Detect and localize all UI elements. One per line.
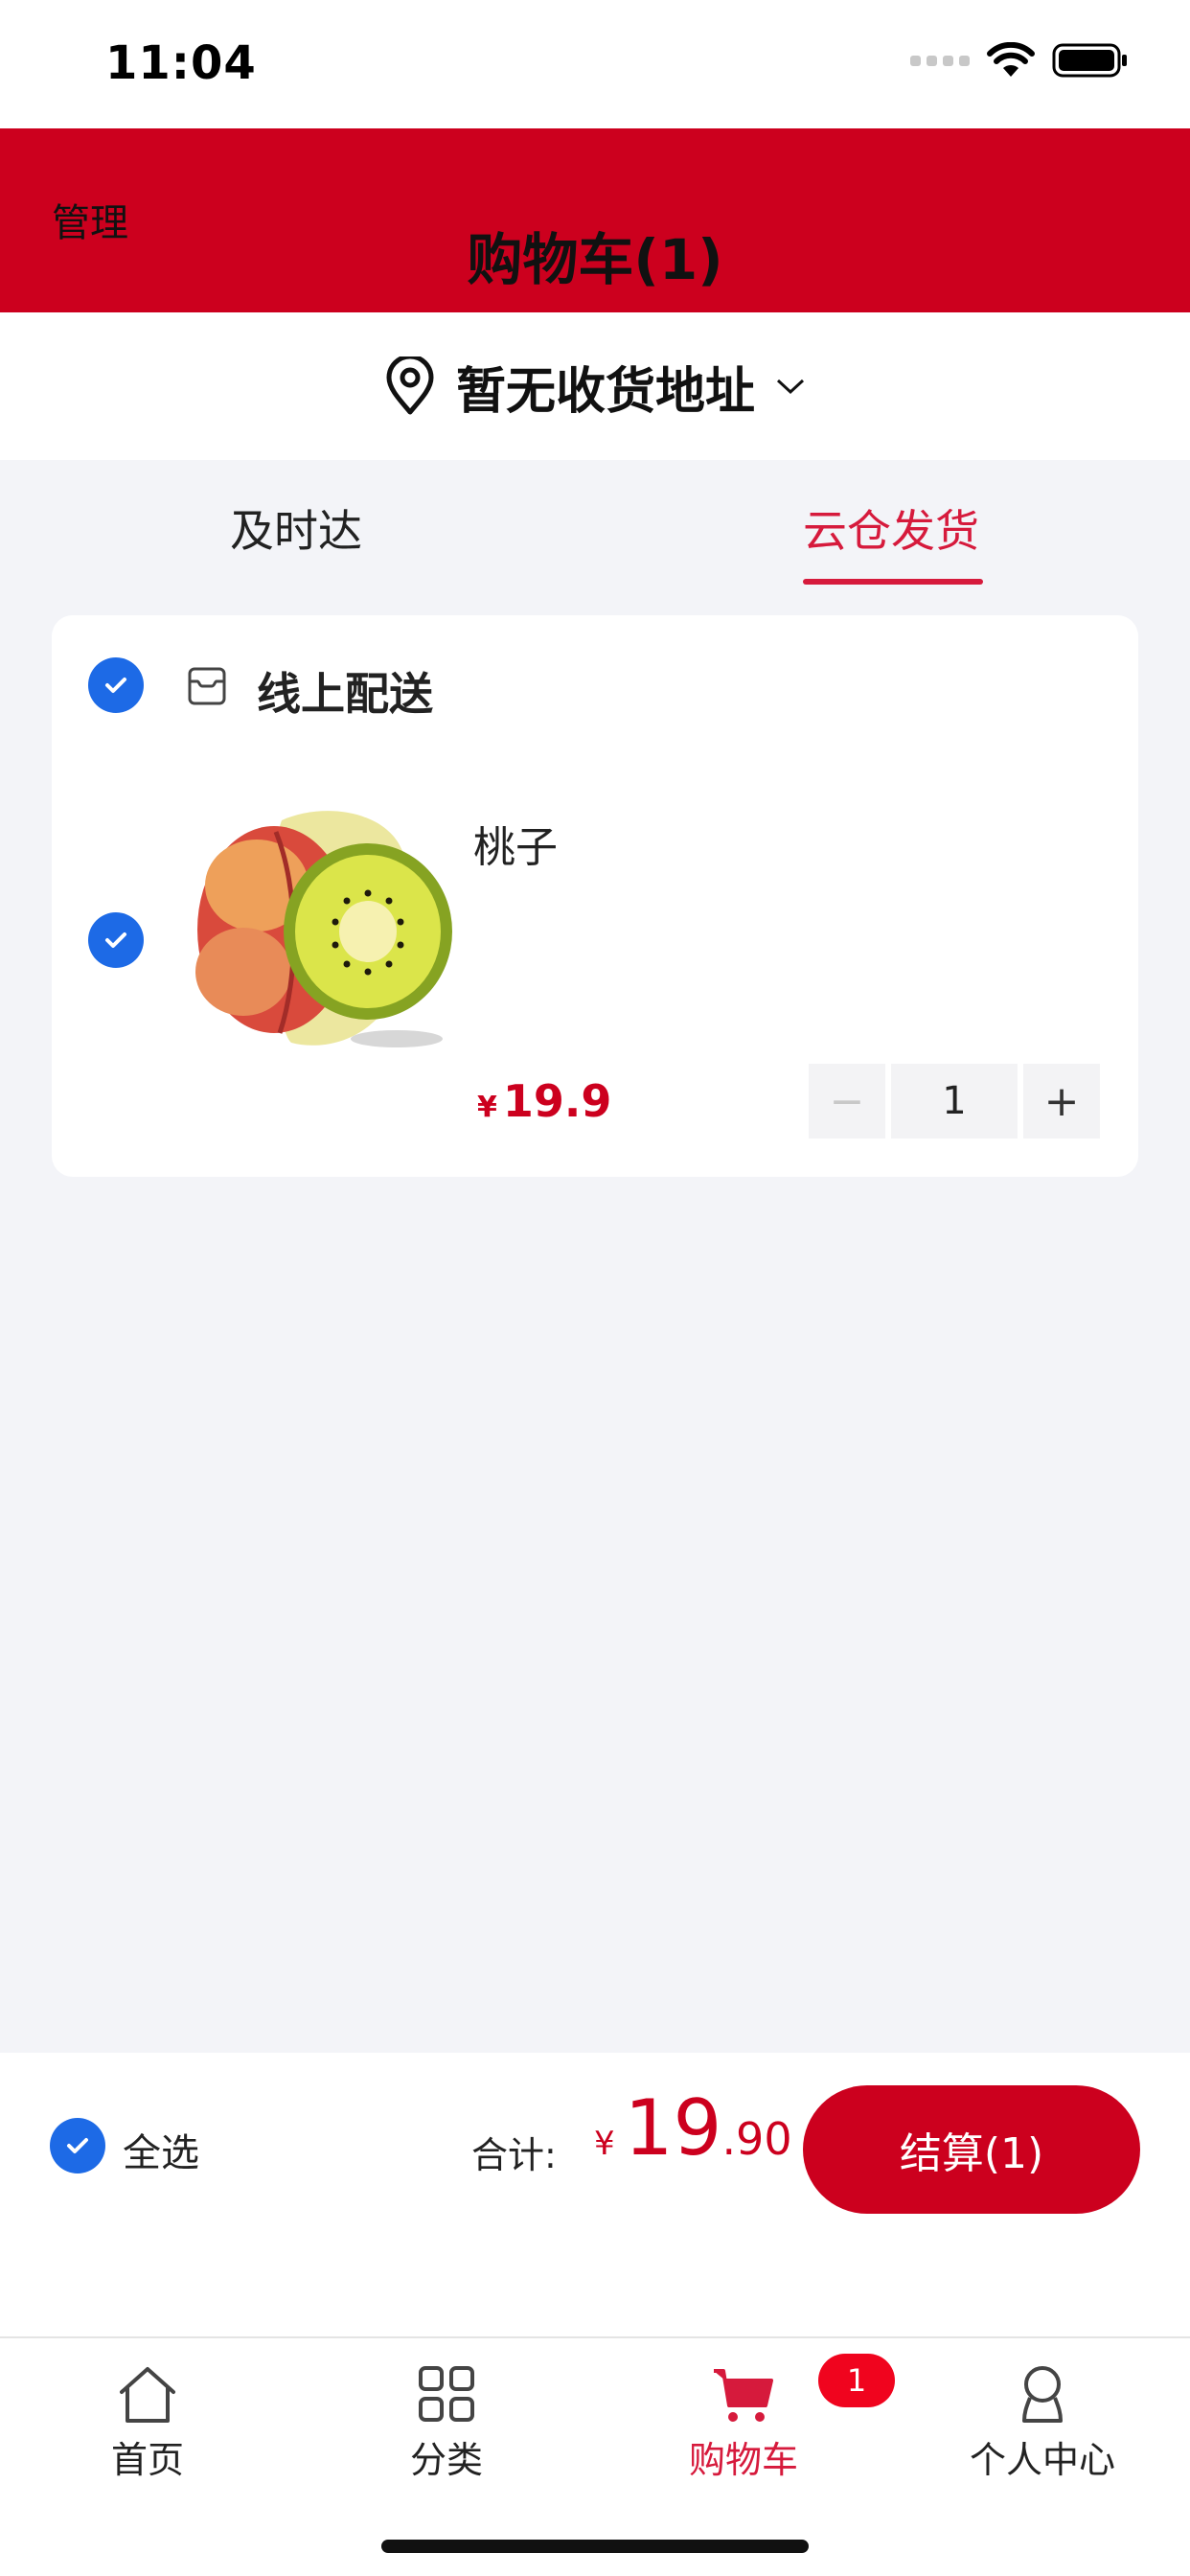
- product-name[interactable]: 桃子: [473, 813, 558, 874]
- active-tab-indicator: [803, 579, 983, 585]
- total-currency: ¥: [594, 2125, 615, 2163]
- chevron-down-icon: [776, 379, 805, 395]
- tabbar-home[interactable]: 首页: [52, 2363, 243, 2483]
- checkout-bar: 全选 合计: ¥ 19 .90 结算(1): [0, 2053, 1190, 2336]
- checkmark-icon: [67, 2138, 88, 2153]
- product-price: ¥19.9: [477, 1075, 611, 1127]
- tabbar-cart[interactable]: 购物车: [648, 2363, 839, 2483]
- tabbar-profile-label: 个人中心: [969, 2439, 1115, 2481]
- tabbar-cart-label: 购物车: [688, 2439, 798, 2481]
- profile-icon: [1022, 2366, 1063, 2423]
- address-selector[interactable]: 暂无收货地址: [0, 312, 1190, 460]
- address-text: 暂无收货地址: [455, 362, 755, 421]
- cart-content: 及时达 云仓发货 线上配送 桃子 ¥ 19.9 − 1 +: [0, 460, 1190, 2053]
- wifi-icon: [987, 42, 1035, 77]
- status-time: 11:04: [105, 36, 257, 90]
- cart-group-card: 线上配送 桃子 ¥19.9 − 1 +: [52, 615, 1138, 1177]
- checkmark-icon: [105, 932, 126, 948]
- item-checkbox[interactable]: [88, 912, 144, 968]
- home-icon: [120, 2367, 175, 2423]
- total-label: 合计:: [471, 2134, 557, 2176]
- select-all-label[interactable]: 全选: [123, 2122, 199, 2177]
- price-amount: 19.9: [502, 1075, 612, 1127]
- increase-quantity-button[interactable]: +: [1023, 1064, 1100, 1138]
- checkmark-icon: [105, 678, 126, 693]
- tabbar-profile[interactable]: 个人中心: [947, 2363, 1138, 2483]
- status-bar: 11:04: [0, 0, 1190, 128]
- tab-instant-delivery[interactable]: 及时达: [230, 496, 362, 560]
- tabbar-category-label: 分类: [409, 2439, 483, 2481]
- total-price: ¥ 19 .90: [594, 2083, 792, 2173]
- cart-icon: [714, 2369, 773, 2422]
- home-indicator[interactable]: [381, 2540, 809, 2553]
- tabbar-category[interactable]: 分类: [351, 2363, 542, 2483]
- cart-header: 管理 购物车(1): [0, 128, 1190, 312]
- currency-symbol: ¥: [477, 1091, 497, 1124]
- battery-icon: [1052, 43, 1127, 78]
- tab-cloud-warehouse[interactable]: 云仓发货: [803, 496, 979, 560]
- checkout-button[interactable]: 结算(1): [803, 2085, 1140, 2214]
- location-pin-icon: [386, 356, 434, 415]
- total-integer: 19: [624, 2083, 722, 2173]
- category-icon: [419, 2366, 474, 2422]
- store-icon: [188, 667, 226, 705]
- cart-count-badge: 1: [818, 2354, 895, 2407]
- tabbar-home-label: 首页: [110, 2439, 184, 2481]
- product-image[interactable]: [176, 803, 454, 1066]
- decrease-quantity-button[interactable]: −: [809, 1064, 885, 1138]
- store-label: 线上配送: [257, 668, 433, 720]
- cellular-signal-icon: [910, 55, 970, 66]
- store-checkbox[interactable]: [88, 657, 144, 713]
- total-decimal: .90: [721, 2113, 792, 2165]
- select-all-checkbox[interactable]: [50, 2118, 105, 2174]
- status-icons: [910, 42, 1129, 79]
- quantity-value[interactable]: 1: [891, 1064, 1018, 1138]
- page-title: 购物车(1): [467, 227, 723, 292]
- quantity-stepper: − 1 +: [809, 1064, 1100, 1138]
